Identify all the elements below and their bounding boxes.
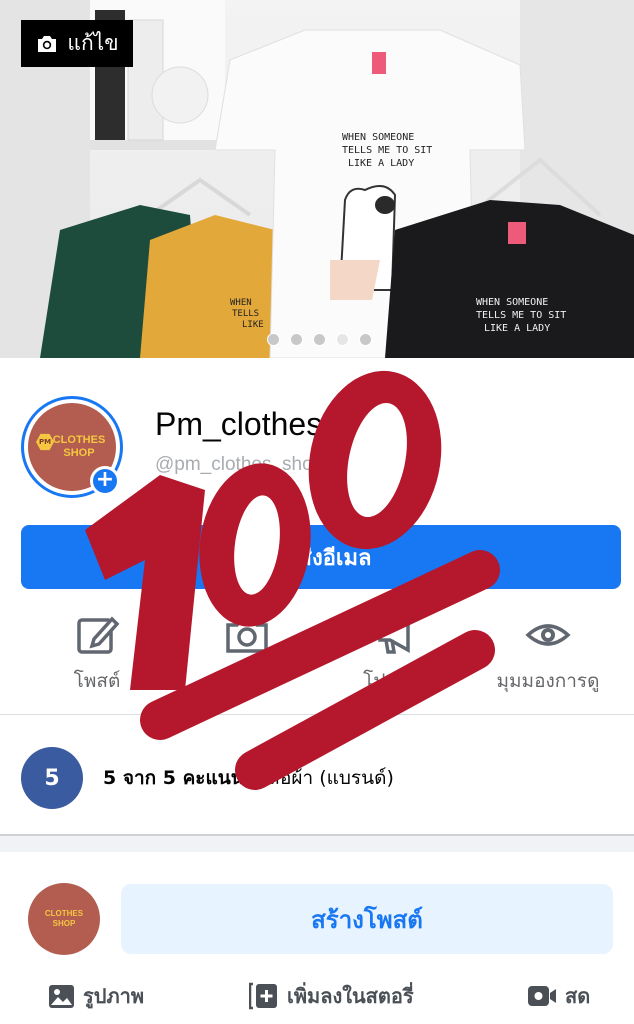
- camera-icon: [226, 617, 268, 653]
- carousel-dots[interactable]: [267, 333, 372, 346]
- photo-label: รูปภาพ: [83, 984, 145, 1008]
- eye-icon: [525, 624, 571, 646]
- svg-text:WHEN SOMEONE: WHEN SOMEONE: [476, 297, 548, 308]
- page-category: · เสื้อผ้า (แบรนด์): [243, 767, 394, 789]
- logo-badge: PM: [36, 433, 54, 451]
- carousel-dot-active[interactable]: [336, 333, 349, 346]
- story-label: เพิ่มลงในสตอรี่: [287, 984, 414, 1008]
- shirt-print-text: WHEN SOMEONE: [342, 132, 414, 143]
- svg-text:TELLS ME TO SIT: TELLS ME TO SIT: [476, 310, 566, 321]
- megaphone-icon: [378, 617, 410, 654]
- carousel-dot[interactable]: [313, 333, 326, 346]
- send-email-label: ส่งอีเมล: [298, 545, 372, 571]
- edit-cover-label: แก้ไข: [67, 31, 119, 55]
- camera-icon: [38, 35, 57, 52]
- svg-text:LIKE: LIKE: [242, 320, 264, 330]
- carousel-dot[interactable]: [267, 333, 280, 346]
- live-label: สด: [565, 984, 591, 1008]
- live-button[interactable]: สด: [527, 980, 590, 1012]
- live-video-icon: [528, 986, 556, 1006]
- carousel-dot[interactable]: [290, 333, 303, 346]
- rating-badge: 5: [21, 747, 83, 809]
- action-promote[interactable]: โปรโมท: [327, 612, 467, 696]
- action-photo[interactable]: [177, 612, 317, 666]
- svg-text:TELLS ME TO SIT: TELLS ME TO SIT: [342, 145, 432, 156]
- rating-text: 5 จาก 5 คะแนน · เสื้อผ้า (แบรนด์): [103, 763, 394, 793]
- action-label: มุมมองการดู: [496, 670, 600, 692]
- rating-score: 5 จาก 5 คะแนน: [103, 767, 244, 789]
- action-view-as[interactable]: มุมมองการดู: [478, 612, 618, 696]
- carousel-dot[interactable]: [359, 333, 372, 346]
- add-to-story-button[interactable]: เพิ่มลงในสตอรี่: [249, 980, 414, 1012]
- logo-text-bottom: SHOP: [52, 919, 76, 928]
- action-label: โปรโมท: [363, 670, 431, 692]
- send-email-button[interactable]: ส่งอีเมล: [21, 525, 621, 589]
- divider: [0, 714, 634, 715]
- section-divider: [0, 834, 634, 852]
- photo-icon: [49, 984, 74, 1008]
- page-name: Pm_clothes_shop: [155, 406, 410, 442]
- logo-text-top: CLOTHES: [44, 909, 84, 918]
- action-label: โพสต์: [73, 670, 121, 692]
- story-add-icon: [249, 982, 277, 1010]
- photo-button[interactable]: รูปภาพ: [48, 980, 144, 1012]
- page-actions: โพสต์ โปรโมท มุมมองการดู: [0, 612, 634, 700]
- logo-text-top: CLOTHES: [52, 434, 106, 446]
- add-profile-photo-button[interactable]: +: [90, 466, 120, 496]
- svg-text:WHEN: WHEN: [230, 298, 252, 308]
- action-post[interactable]: โพสต์: [27, 612, 167, 696]
- edit-icon: [77, 616, 120, 654]
- cover-photo[interactable]: WHEN TELLS LIKE WHEN SOMEONE TELLS ME TO…: [0, 0, 634, 358]
- send-icon: [272, 550, 289, 565]
- composer-actions: รูปภาพ เพิ่มลงในสตอรี่ สด: [0, 974, 634, 1018]
- svg-text:LIKE A LADY: LIKE A LADY: [348, 158, 414, 169]
- composer-avatar[interactable]: CLOTHES SHOP: [28, 883, 100, 955]
- svg-text:LIKE A LADY: LIKE A LADY: [484, 323, 550, 334]
- page-handle: @pm_clothes_shop: [155, 454, 324, 475]
- create-post-button[interactable]: สร้างโพสต์: [121, 884, 613, 954]
- logo-text-bottom: SHOP: [63, 447, 95, 459]
- svg-text:TELLS: TELLS: [232, 309, 259, 319]
- edit-cover-button[interactable]: แก้ไข: [21, 20, 133, 67]
- rating-row[interactable]: 5 5 จาก 5 คะแนน · เสื้อผ้า (แบรนด์): [21, 747, 621, 809]
